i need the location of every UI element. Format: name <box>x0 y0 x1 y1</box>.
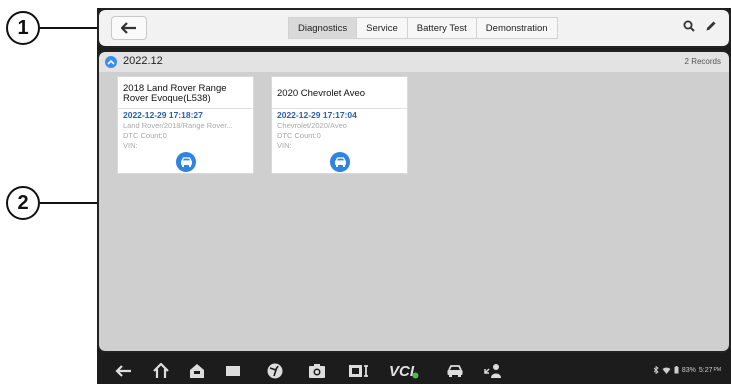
tab-service[interactable]: Service <box>356 17 408 39</box>
vci-label: VCI <box>389 362 415 380</box>
group-toggle[interactable] <box>105 56 117 68</box>
bluetooth-icon <box>653 366 659 374</box>
card-timestamp: 2022-12-29 17:18:27 <box>123 110 203 120</box>
card-dtc-count: DTC Count:0 <box>277 131 321 140</box>
tab-battery-test[interactable]: Battery Test <box>406 17 477 39</box>
history-list: 2022.12 2 Records 2018 Land Rover Range … <box>99 52 729 351</box>
callout-2-label: 2 <box>17 191 29 214</box>
recent-apps-icon[interactable] <box>222 361 244 381</box>
callout-2-leader <box>40 202 97 204</box>
autel-home-icon[interactable] <box>186 361 208 381</box>
card-divider <box>118 108 253 109</box>
vci-icon[interactable]: VCI <box>389 361 419 381</box>
card-dtc-count: DTC Count:0 <box>123 131 167 140</box>
search-icon[interactable] <box>683 20 695 32</box>
manual-figure: 1 2 Diagnostics Service Battery Test Dem… <box>0 0 731 384</box>
car-icon[interactable] <box>330 152 350 172</box>
toolbar-actions <box>683 20 717 32</box>
tab-diagnostics[interactable]: Diagnostics <box>288 17 358 39</box>
nav-back-icon[interactable] <box>113 361 135 381</box>
card-vin: VIN: <box>277 141 292 150</box>
remote-desk-icon[interactable] <box>482 361 504 381</box>
wifi-icon <box>662 367 671 374</box>
car-glyph <box>334 157 346 167</box>
card-title: 2020 Chevrolet Aveo <box>277 88 366 99</box>
vci-status-dot-icon <box>412 372 419 378</box>
status-area: 83% 5:27 PM <box>653 366 721 374</box>
history-card[interactable]: 2020 Chevrolet Aveo 2022-12-29 17:17:04 … <box>271 76 408 174</box>
tab-demonstration-label: Demonstration <box>485 22 548 34</box>
callout-1-leader <box>40 27 97 29</box>
clock-ampm: PM <box>713 367 722 373</box>
tab-service-label: Service <box>366 22 398 34</box>
edit-pencil-icon[interactable] <box>705 20 717 32</box>
chevron-up-icon <box>107 59 115 65</box>
camera-icon[interactable] <box>306 361 328 381</box>
card-divider <box>272 108 407 109</box>
tab-demonstration[interactable]: Demonstration <box>475 17 558 39</box>
screenshot-icon[interactable] <box>348 361 370 381</box>
back-arrow-icon <box>121 22 136 34</box>
browser-icon[interactable] <box>264 361 286 381</box>
top-toolbar: Diagnostics Service Battery Test Demonst… <box>99 10 729 46</box>
tab-battery-test-label: Battery Test <box>416 22 467 34</box>
car-icon[interactable] <box>176 152 196 172</box>
battery-level: 83% <box>681 366 696 374</box>
record-count: 2 Records <box>684 57 721 66</box>
callout-1-label: 1 <box>17 16 29 39</box>
clock-time: 5:27 <box>698 366 713 374</box>
card-vehicle-path: Chevrolet/2020/Aveo <box>277 121 347 130</box>
battery-icon <box>674 366 679 374</box>
home-icon[interactable] <box>150 361 172 381</box>
navigation-bar: VCI 83% 5:27 PM <box>99 357 729 384</box>
card-timestamp: 2022-12-29 17:17:04 <box>277 110 357 120</box>
car-glyph <box>180 157 192 167</box>
function-tabs: Diagnostics Service Battery Test Demonst… <box>288 17 558 39</box>
card-vehicle-path: Land Rover/2018/Range Rover... <box>123 121 233 130</box>
history-card[interactable]: 2018 Land Rover Range Rover Evoque(L538)… <box>117 76 254 174</box>
callout-1: 1 <box>6 11 40 45</box>
vehicle-icon[interactable] <box>444 361 466 381</box>
back-button[interactable] <box>111 16 147 40</box>
group-date: 2022.12 <box>123 55 163 67</box>
callout-2: 2 <box>6 186 40 220</box>
card-vin: VIN: <box>123 141 138 150</box>
group-header[interactable]: 2022.12 2 Records <box>99 52 729 72</box>
tab-diagnostics-label: Diagnostics <box>298 22 348 34</box>
card-title: 2018 Land Rover Range Rover Evoque(L538) <box>123 83 227 104</box>
